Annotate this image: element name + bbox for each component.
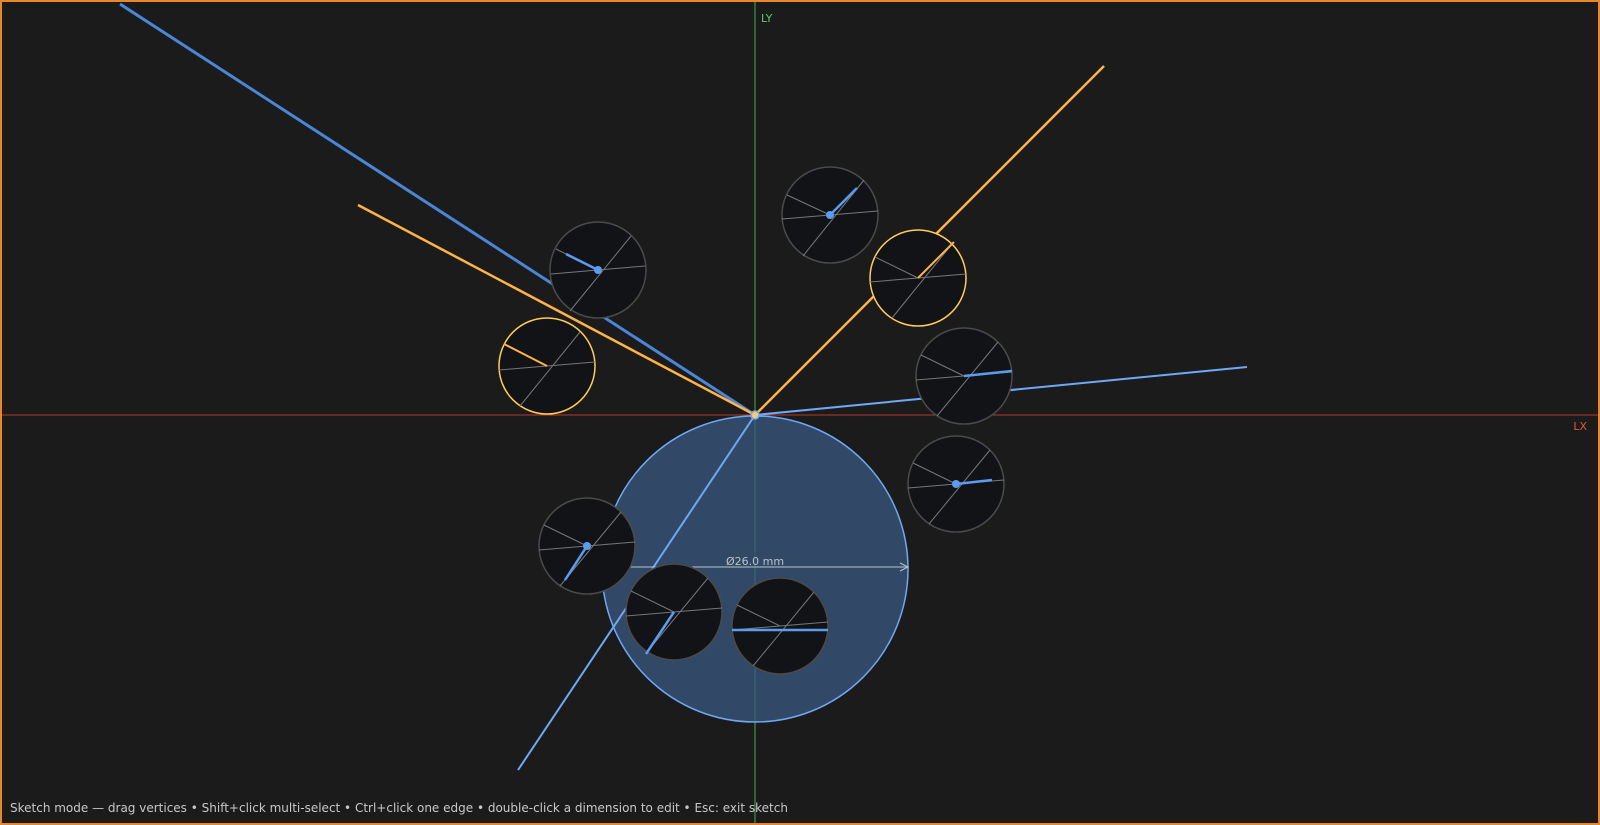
y-axis-label: LY	[761, 12, 773, 25]
angle-widget[interactable]	[549, 221, 647, 319]
angle-widget[interactable]	[907, 435, 1005, 533]
angle-widget[interactable]	[731, 577, 829, 675]
x-axis-label: LX	[1573, 420, 1587, 433]
angle-widget[interactable]	[915, 327, 1013, 425]
diameter-dimension-label[interactable]: Ø26.0 mm	[726, 555, 784, 568]
angle-widget-selected[interactable]	[869, 229, 967, 327]
angle-widget[interactable]	[538, 497, 636, 595]
sketch-circle[interactable]	[601, 415, 909, 723]
origin-vertex[interactable]	[750, 410, 760, 420]
edge-upper-left[interactable]	[119, 2, 756, 417]
sketch-viewport[interactable]: LX LY Ø26.0 mm Sketch mode — drag vertic…	[0, 0, 1600, 825]
angle-widget[interactable]	[625, 563, 723, 661]
angle-widget[interactable]	[781, 166, 879, 264]
angle-widget-selected[interactable]	[498, 317, 596, 415]
status-bar: Sketch mode — drag vertices • Shift+clic…	[10, 801, 788, 815]
sketch-canvas[interactable]: LX LY Ø26.0 mm	[2, 2, 1600, 825]
